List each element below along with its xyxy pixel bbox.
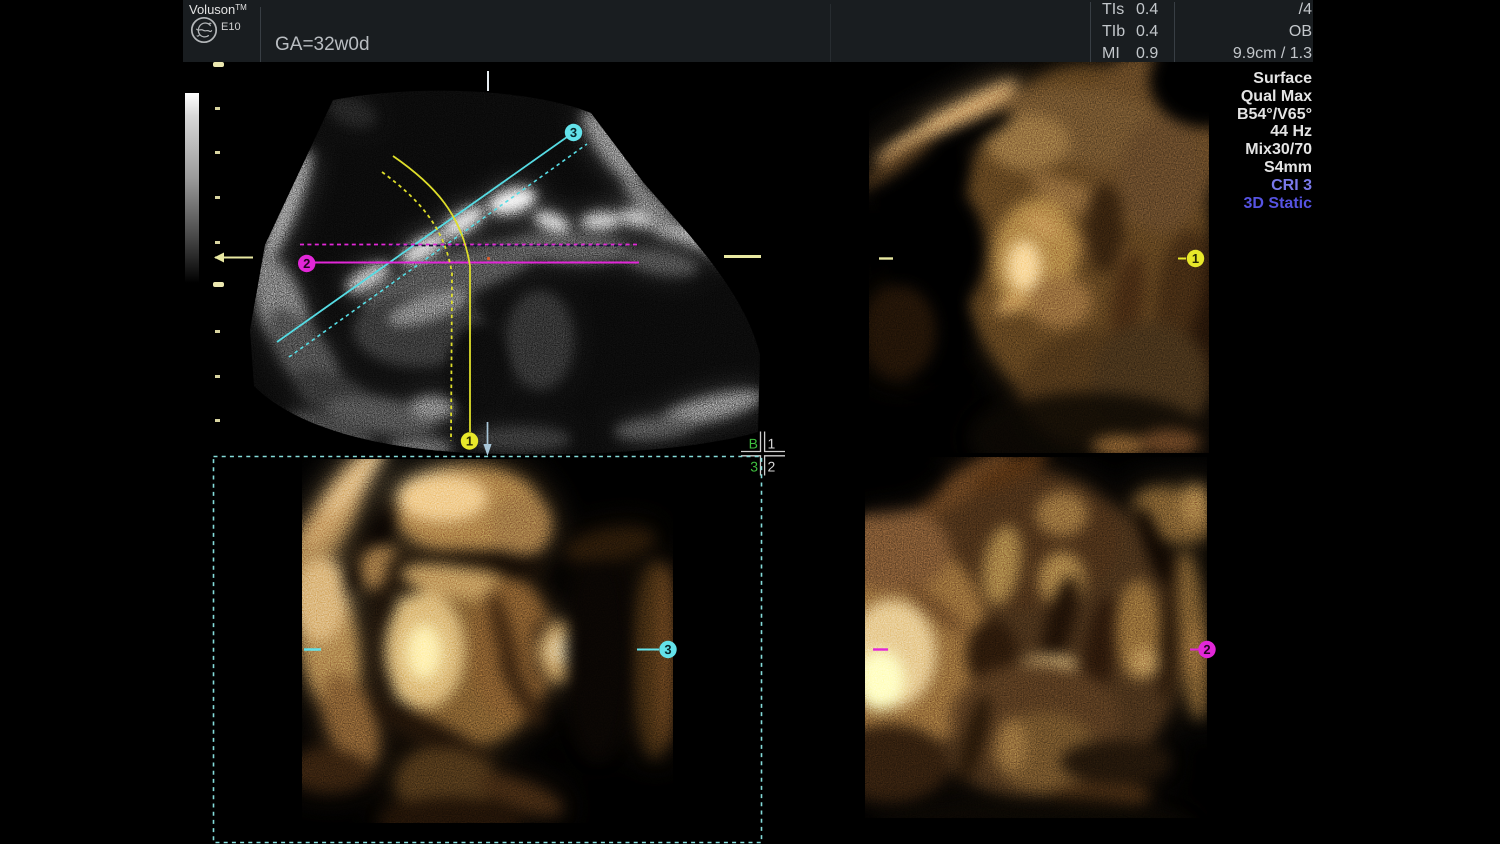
svg-text:3: 3 xyxy=(664,642,671,657)
svg-text:2: 2 xyxy=(303,256,310,271)
svg-text:1: 1 xyxy=(466,434,473,449)
svg-text:1: 1 xyxy=(1192,251,1199,266)
svg-text:2: 2 xyxy=(1203,642,1210,657)
svg-text:3: 3 xyxy=(570,125,577,140)
